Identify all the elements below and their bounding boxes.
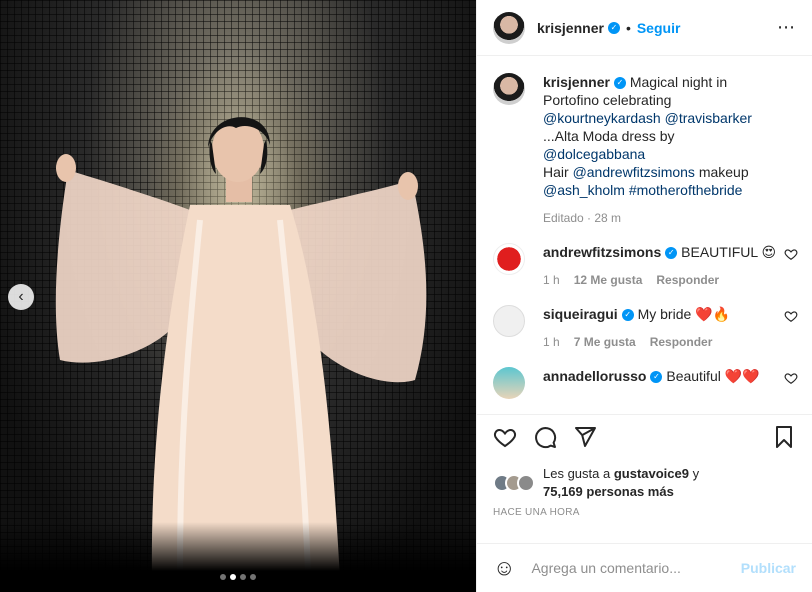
comment-username[interactable]: siqueiragui <box>543 306 618 322</box>
avatar[interactable] <box>493 305 525 337</box>
caption: krisjenner ✓ Magical night in Portofino c… <box>493 73 796 225</box>
comment-input[interactable] <box>531 560 741 576</box>
comment-likes[interactable]: 12 Me gusta <box>574 273 643 287</box>
avatar[interactable] <box>493 243 525 275</box>
verified-badge-icon: ✓ <box>613 77 626 90</box>
comment-username[interactable]: annadellorusso <box>543 368 646 384</box>
carousel-dot <box>240 574 246 580</box>
caption-segment: makeup <box>694 164 749 180</box>
avatar[interactable] <box>493 11 525 44</box>
comment-composer: ☺ Publicar <box>477 543 812 592</box>
post-modal: ‹ krisjenner ✓ • Seguir ⋯ krisjenner ✓ Ma… <box>0 0 812 592</box>
caption-text: krisjenner ✓ Magical night in Portofino c… <box>543 73 773 199</box>
mention-link[interactable]: @travisbarker <box>665 110 752 126</box>
separator: • <box>625 19 631 36</box>
like-comment-heart-icon[interactable] <box>784 371 798 385</box>
verified-badge-icon: ✓ <box>621 309 634 322</box>
caption-username[interactable]: krisjenner <box>543 74 610 90</box>
avatar[interactable] <box>493 367 525 399</box>
verified-badge-icon: ✓ <box>650 371 663 384</box>
heart-icon[interactable] <box>493 425 517 449</box>
post-header: krisjenner ✓ • Seguir ⋯ <box>477 0 812 56</box>
avatar[interactable] <box>493 73 525 105</box>
verified-badge-icon: ✓ <box>665 247 678 260</box>
chevron-left-icon: ‹ <box>18 288 24 305</box>
carousel-indicator <box>0 574 476 580</box>
caption-segment: ...Alta Moda dress by <box>543 128 675 144</box>
carousel-dot <box>250 574 256 580</box>
share-icon[interactable] <box>573 425 597 449</box>
comment-item: siqueiragui ✓ My bride ❤️🔥 1 h 7 Me gusta… <box>493 305 798 349</box>
comment-text: My bride ❤️🔥 <box>637 306 731 322</box>
like-comment-heart-icon[interactable] <box>784 309 798 323</box>
likes-summary: Les gusta a gustavoice9 y 75,169 persona… <box>493 465 796 501</box>
reply-button[interactable]: Responder <box>656 273 719 287</box>
comment-text: Beautiful ❤️❤️ <box>666 368 760 384</box>
post-image[interactable]: ‹ <box>0 0 476 592</box>
emoji-icon[interactable]: ☺ <box>493 555 515 581</box>
woman-in-feathered-gown <box>55 117 427 580</box>
comment-item: andrewfitzsimons ✓ BEAUTIFUL 😍 1 h 12 Me … <box>493 243 798 287</box>
post-timestamp: HACE UNA HORA <box>493 507 580 518</box>
likes-prefix: Les gusta a <box>543 466 614 481</box>
comment-icon[interactable] <box>533 425 557 449</box>
comment-username[interactable]: andrewfitzsimons <box>543 244 661 260</box>
mention-link[interactable]: @kourtneykardash <box>543 110 661 126</box>
bookmark-icon[interactable] <box>772 425 796 449</box>
mention-link[interactable]: @dolcegabbana <box>543 146 645 162</box>
edited-timestamp: Editado · 28 m <box>543 211 622 225</box>
likes-count[interactable]: 75,169 personas más <box>543 484 674 499</box>
verified-badge-icon: ✓ <box>607 21 620 34</box>
liker-avatars <box>493 474 535 492</box>
carousel-dot <box>220 574 226 580</box>
comment-item: annadellorusso ✓ Beautiful ❤️❤️ <box>493 367 798 399</box>
carousel-prev-button[interactable]: ‹ <box>8 284 34 310</box>
comment-likes[interactable]: 7 Me gusta <box>574 335 636 349</box>
comment-time: 1 h <box>543 273 560 287</box>
reply-button[interactable]: Responder <box>650 335 713 349</box>
floor-shadow <box>0 522 476 592</box>
mention-link[interactable]: @andrewfitzsimons <box>573 164 695 180</box>
action-bar: Les gusta a gustavoice9 y 75,169 persona… <box>477 414 812 518</box>
mention-link[interactable]: @ash_kholm <box>543 182 625 198</box>
post-sidebar: krisjenner ✓ • Seguir ⋯ krisjenner ✓ Magi… <box>476 0 812 592</box>
more-options-icon[interactable]: ⋯ <box>777 17 796 38</box>
hashtag-link[interactable]: #motherofthebride <box>629 182 743 198</box>
comments-scroll-area[interactable]: krisjenner ✓ Magical night in Portofino c… <box>477 57 812 414</box>
post-comment-button[interactable]: Publicar <box>741 560 796 576</box>
likes-and: y <box>688 466 700 481</box>
comment-time: 1 h <box>543 335 560 349</box>
follow-button[interactable]: Seguir <box>637 20 681 36</box>
author-username[interactable]: krisjenner <box>537 20 604 36</box>
caption-segment: Hair <box>543 164 573 180</box>
comment-text: BEAUTIFUL 😍 <box>681 244 777 260</box>
like-comment-heart-icon[interactable] <box>784 247 798 261</box>
carousel-dot <box>230 574 236 580</box>
liker-username[interactable]: gustavoice9 <box>614 466 689 481</box>
